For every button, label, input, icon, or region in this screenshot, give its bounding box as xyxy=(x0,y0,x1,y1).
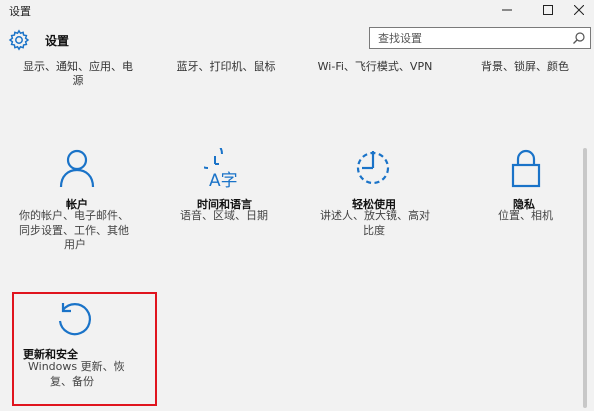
minimize-button[interactable] xyxy=(492,0,522,20)
devices-desc-line: 蓝牙、打印机、鼠标 xyxy=(176,60,276,73)
page-title: 设置 xyxy=(45,34,70,48)
window-title: 设置 xyxy=(9,5,31,18)
desc-line: 用户 xyxy=(64,238,86,251)
tile-description: 位置、相机 xyxy=(498,209,588,224)
tile-description: Windows 更新、恢 复、备份 xyxy=(28,360,154,389)
maximize-button[interactable] xyxy=(533,0,563,20)
tile-time-language[interactable]: A字 时间和语言 语音、区域、日期 xyxy=(170,140,310,240)
desc-line: 同步设置、工作、其他 xyxy=(19,223,129,237)
tile-accounts[interactable]: 帐户 你的帐户、电子邮件、 同步设置、工作、其他 用户 xyxy=(0,140,140,260)
personalization-desc-line: 背景、锁屏、颜色 xyxy=(481,60,569,73)
ease-of-access-icon xyxy=(356,151,390,185)
tile-update-security[interactable]: 更新和安全 Windows 更新、恢 复、备份 xyxy=(12,292,157,406)
refresh-icon xyxy=(58,303,91,336)
minimize-icon xyxy=(502,9,512,11)
system-description[interactable]: 显示、通知、应用、电 源 xyxy=(14,60,142,88)
system-desc-line: 源 xyxy=(72,74,84,87)
title-bar: 设置 xyxy=(0,0,594,20)
network-desc-line: Wi-Fi、飞行模式、VPN xyxy=(317,60,433,73)
tile-ease-of-access[interactable]: 轻松使用 讲述人、放大镜、高对 比度 xyxy=(310,140,450,250)
devices-description[interactable]: 蓝牙、打印机、鼠标 xyxy=(160,60,292,74)
search-icon[interactable] xyxy=(572,31,586,45)
tile-privacy[interactable]: 隐私 位置、相机 xyxy=(450,140,590,240)
close-button[interactable] xyxy=(564,0,594,20)
tile-description: 语音、区域、日期 xyxy=(180,209,300,224)
gear-icon xyxy=(8,29,30,51)
settings-header: 设置 xyxy=(0,24,594,56)
desc-line: 讲述人、放大镜、高对 xyxy=(320,209,430,222)
vertical-scrollbar[interactable] xyxy=(583,148,587,408)
lock-icon xyxy=(511,149,541,188)
desc-line: 语音、区域、日期 xyxy=(180,209,268,222)
desc-line: Windows 更新、恢 xyxy=(28,360,125,373)
close-icon xyxy=(574,5,584,15)
desc-line: 位置、相机 xyxy=(498,209,553,222)
search-input[interactable] xyxy=(370,28,560,48)
network-description[interactable]: Wi-Fi、飞行模式、VPN xyxy=(305,60,445,74)
desc-line: 复、备份 xyxy=(50,374,94,388)
time-language-icon: A字 xyxy=(204,148,238,188)
time-language-glyph: A字 xyxy=(209,171,238,188)
personalization-description[interactable]: 背景、锁屏、颜色 xyxy=(466,60,584,74)
desc-line: 你的帐户、电子邮件、 xyxy=(19,209,129,222)
tile-description: 讲述人、放大镜、高对 比度 xyxy=(320,209,445,238)
person-icon xyxy=(59,149,95,188)
desc-line: 比度 xyxy=(363,223,385,237)
search-box[interactable] xyxy=(369,27,591,49)
tile-description: 你的帐户、电子邮件、 同步设置、工作、其他 用户 xyxy=(19,209,139,253)
system-desc-line: 显示、通知、应用、电 xyxy=(23,60,133,73)
maximize-icon xyxy=(543,5,553,15)
